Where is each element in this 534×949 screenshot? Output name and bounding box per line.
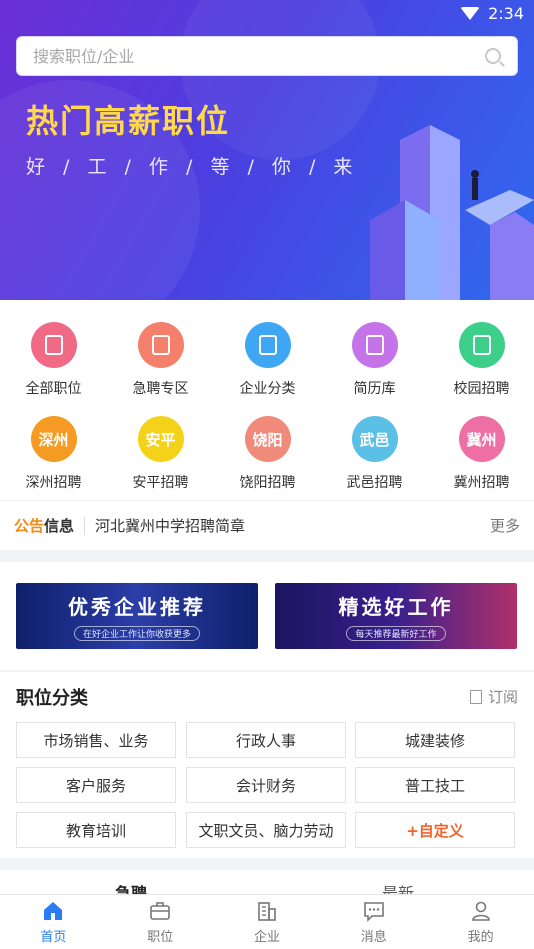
- custom-tag-button[interactable]: +自定义: [355, 812, 515, 848]
- nav-messages[interactable]: 消息: [320, 895, 427, 949]
- job-tag[interactable]: 文职文员、脑力劳动: [186, 812, 346, 848]
- job-categories-section: 职位分类 订阅 市场销售、业务 行政人事 城建装修 客户服务 会计财务 普工技工…: [0, 672, 534, 858]
- tie-icon: [30, 322, 77, 368]
- jizhou-badge-icon: 冀州: [458, 416, 505, 462]
- category-raoyang[interactable]: 饶阳 饶阳招聘: [214, 416, 321, 492]
- category-wuyi[interactable]: 武邑 武邑招聘: [321, 416, 428, 492]
- category-label: 深州招聘: [25, 475, 82, 491]
- banner-subtitle: 每天推荐最新好工作: [346, 626, 446, 641]
- nav-jobs[interactable]: 职位: [107, 895, 214, 949]
- wuyi-badge-icon: 武邑: [351, 416, 398, 462]
- category-label: 全部职位: [25, 381, 82, 397]
- building-icon: [244, 322, 291, 368]
- subscribe-label: 订阅: [487, 688, 518, 706]
- bookmark-icon: [469, 689, 482, 704]
- job-tag[interactable]: 市场销售、业务: [16, 722, 176, 758]
- banner-selected-jobs[interactable]: 精选好工作 每天推荐最新好工作: [275, 583, 517, 649]
- resume-icon: [351, 322, 398, 368]
- category-urgent[interactable]: 急聘专区: [107, 322, 214, 398]
- status-time: 2:34: [488, 4, 524, 23]
- nav-label: 我的: [467, 930, 494, 945]
- notice-tag: 公告信息: [14, 517, 75, 535]
- anping-badge-icon: 安平: [137, 416, 184, 462]
- message-icon: [363, 902, 384, 922]
- category-shenzhou[interactable]: 深州 深州招聘: [0, 416, 107, 492]
- nav-label: 消息: [360, 930, 387, 945]
- section-title: 职位分类: [16, 688, 88, 709]
- job-tag[interactable]: 教育培训: [16, 812, 176, 848]
- category-resume[interactable]: 简历库: [321, 322, 428, 398]
- city-buildings-illustration: [370, 125, 534, 300]
- category-label: 冀州招聘: [453, 475, 510, 491]
- notice-text[interactable]: 河北冀州中学招聘简章: [95, 515, 490, 536]
- job-tag[interactable]: 普工技工: [355, 767, 515, 803]
- hero-banner[interactable]: 2:34 热门高薪职位 好 / 工 / 作 / 等 / 你 / 来: [0, 0, 534, 300]
- graduation-cap-icon: [458, 322, 505, 368]
- user-icon: [471, 901, 490, 921]
- category-label: 校园招聘: [453, 381, 510, 397]
- home-icon: [44, 902, 63, 920]
- hero-title: 热门高薪职位: [26, 102, 231, 140]
- wifi-icon: [460, 7, 481, 20]
- banner-title: 精选好工作: [338, 595, 454, 619]
- nav-home[interactable]: 首页: [0, 895, 107, 949]
- nav-label: 职位: [147, 930, 174, 945]
- category-label: 武邑招聘: [346, 475, 403, 491]
- job-tag[interactable]: 行政人事: [186, 722, 346, 758]
- banner-featured-companies[interactable]: 优秀企业推荐 在好企业工作让你收获更多: [16, 583, 258, 649]
- status-bar: 2:34: [460, 4, 524, 23]
- shenzhou-badge-icon: 深州: [30, 416, 77, 462]
- job-tag[interactable]: 会计财务: [186, 767, 346, 803]
- search-icon[interactable]: [485, 48, 501, 64]
- category-jizhou[interactable]: 冀州 冀州招聘: [428, 416, 534, 492]
- nav-profile[interactable]: 我的: [427, 895, 534, 949]
- category-label: 急聘专区: [132, 381, 189, 397]
- building-icon: [258, 902, 276, 921]
- lightning-bag-icon: [137, 322, 184, 368]
- category-label: 饶阳招聘: [239, 475, 296, 491]
- category-campus[interactable]: 校园招聘: [428, 322, 534, 398]
- search-bar[interactable]: [16, 36, 518, 76]
- briefcase-icon: [150, 902, 170, 920]
- banner-title: 优秀企业推荐: [68, 595, 206, 619]
- notice-more-link[interactable]: 更多: [490, 515, 520, 536]
- category-label: 企业分类: [239, 381, 296, 397]
- category-label: 简历库: [353, 381, 396, 397]
- divider: [84, 516, 86, 535]
- banner-subtitle: 在好企业工作让你收获更多: [73, 626, 200, 641]
- subscribe-button[interactable]: 订阅: [469, 686, 518, 707]
- search-input[interactable]: [33, 46, 485, 66]
- category-label: 安平招聘: [132, 475, 189, 491]
- nav-label: 首页: [40, 930, 67, 945]
- hero-subtitle: 好 / 工 / 作 / 等 / 你 / 来: [26, 156, 359, 178]
- nav-companies[interactable]: 企业: [214, 895, 321, 949]
- notice-bar[interactable]: 公告信息 河北冀州中学招聘简章 更多: [0, 500, 534, 550]
- category-grid: 全部职位 急聘专区 企业分类 简历库 校园招聘 深州 深州招聘 安平 安平招聘 …: [0, 300, 534, 500]
- nav-label: 企业: [253, 930, 280, 945]
- category-company[interactable]: 企业分类: [214, 322, 321, 398]
- job-tag[interactable]: 城建装修: [355, 722, 515, 758]
- category-all-jobs[interactable]: 全部职位: [0, 322, 107, 398]
- category-anping[interactable]: 安平 安平招聘: [107, 416, 214, 492]
- bottom-navigation: 首页 职位 企业 消息 我的: [0, 894, 534, 949]
- promo-banners: 优秀企业推荐 在好企业工作让你收获更多 精选好工作 每天推荐最新好工作: [0, 562, 534, 670]
- raoyang-badge-icon: 饶阳: [244, 416, 291, 462]
- job-tag[interactable]: 客户服务: [16, 767, 176, 803]
